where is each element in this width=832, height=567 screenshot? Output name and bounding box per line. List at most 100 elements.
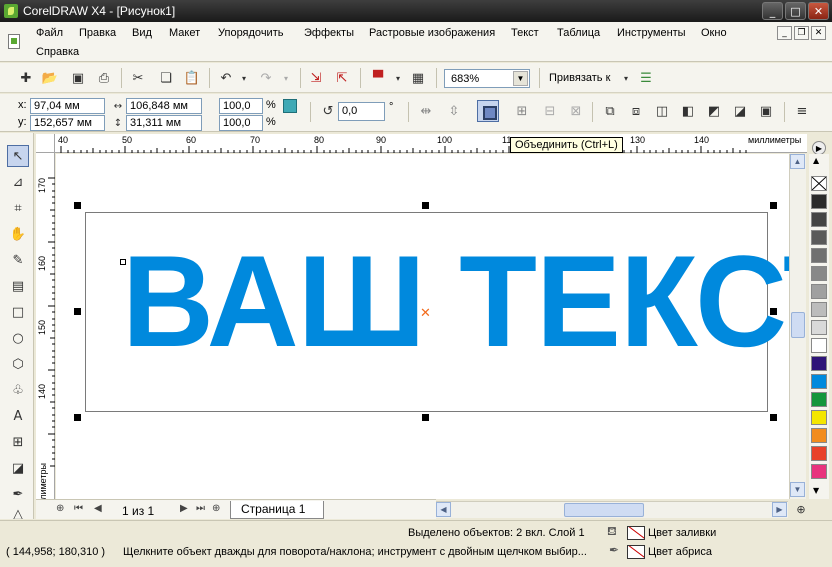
color-swatch[interactable]	[811, 284, 827, 299]
no-color-swatch[interactable]	[811, 176, 827, 191]
table-tool-icon[interactable]: ⊞	[7, 431, 29, 453]
horizontal-scrollbar[interactable]: ◀ ▶	[436, 501, 788, 518]
menu-edit[interactable]: Правка	[79, 27, 116, 39]
zoom-level-select[interactable]: 683% ▼	[444, 69, 530, 88]
selection-handle-top-left[interactable]	[74, 202, 81, 209]
chevron-down-icon[interactable]: ▼	[513, 71, 528, 86]
color-swatch[interactable]	[811, 356, 827, 371]
menu-layout[interactable]: Макет	[169, 27, 200, 39]
snap-dropdown-icon[interactable]: ▾	[616, 68, 636, 88]
intersect-icon[interactable]: ◫	[652, 101, 672, 121]
color-swatch[interactable]	[811, 338, 827, 353]
undo-dropdown-icon[interactable]: ▾	[234, 68, 254, 88]
cut-icon[interactable]: ✂	[128, 68, 148, 88]
maximize-button[interactable]: □	[785, 2, 806, 20]
basic-shapes-tool-icon[interactable]: ♧	[7, 379, 29, 401]
doc-minimize-button[interactable]: _	[777, 26, 792, 40]
ellipse-tool-icon[interactable]: ○	[7, 327, 29, 349]
menu-view[interactable]: Вид	[132, 27, 152, 39]
menu-help[interactable]: Справка	[36, 46, 79, 58]
mirror-vertical-icon[interactable]: ⇳	[444, 101, 464, 121]
snap-to-button[interactable]: Привязать к	[549, 72, 610, 84]
color-swatch[interactable]	[811, 266, 827, 281]
text-tool-icon[interactable]: A	[7, 405, 29, 427]
color-swatch[interactable]	[811, 374, 827, 389]
ungroup-icon[interactable]: ⊟	[540, 101, 560, 121]
launcher-dropdown-icon[interactable]: ▾	[388, 68, 408, 88]
rotation-center-icon[interactable]: ✕	[420, 306, 431, 321]
palette-scroll-down-icon[interactable]: ▼	[813, 486, 819, 495]
navigator-icon[interactable]: ⊕	[791, 499, 811, 519]
scroll-down-icon[interactable]: ▼	[790, 482, 805, 497]
close-button[interactable]: ✕	[808, 2, 829, 20]
trim-icon[interactable]: ⧈	[626, 101, 646, 121]
color-swatch[interactable]	[811, 230, 827, 245]
menu-arrange[interactable]: Упорядочить	[218, 27, 283, 39]
shape-tool-icon[interactable]: ⊿	[7, 171, 29, 193]
color-swatch[interactable]	[811, 194, 827, 209]
ruler-scroll-right-icon[interactable]: ▶	[812, 141, 826, 155]
selection-handle-bottom-right[interactable]	[770, 414, 777, 421]
selection-handle-bottom-left[interactable]	[74, 414, 81, 421]
last-page-icon[interactable]: ⏭	[196, 503, 205, 514]
vertical-scroll-thumb[interactable]	[791, 312, 805, 338]
vertical-ruler[interactable]: 170 160 150 140 миллиметры	[36, 153, 55, 519]
application-launcher-icon[interactable]: ▀	[368, 68, 388, 88]
color-swatch[interactable]	[811, 428, 827, 443]
scale-y-field[interactable]: 100,0	[219, 115, 263, 131]
previous-page-icon[interactable]: ◀	[94, 503, 102, 514]
menu-effects[interactable]: Эффекты	[304, 27, 354, 39]
color-swatch[interactable]	[811, 248, 827, 263]
page-tab[interactable]: Страница 1	[230, 501, 324, 519]
color-swatch[interactable]	[811, 410, 827, 425]
scale-x-field[interactable]: 100,0	[219, 98, 263, 114]
menu-file[interactable]: Файл	[36, 27, 63, 39]
print-icon[interactable]: ⎙	[94, 68, 114, 88]
add-page-after-icon[interactable]: ⊕	[212, 503, 220, 514]
align-distribute-icon[interactable]: ≡	[792, 101, 812, 121]
color-swatch[interactable]	[811, 392, 827, 407]
drawing-canvas[interactable]: ВАШ ТЕКСТ ✕	[56, 154, 789, 499]
interactive-tool-icon[interactable]: ◪	[7, 457, 29, 479]
new-document-icon[interactable]: ✚	[16, 68, 36, 88]
horizontal-ruler[interactable]: 40 50 60 70 80 90 100 11 130 140 миллиме…	[36, 134, 807, 153]
selection-handle-top-right[interactable]	[770, 202, 777, 209]
selection-handle-right[interactable]	[770, 308, 777, 315]
color-swatch[interactable]	[811, 212, 827, 227]
combine-button[interactable]	[477, 100, 499, 122]
weld-icon[interactable]: ⧉	[600, 101, 620, 121]
next-page-icon[interactable]: ▶	[180, 503, 188, 514]
redo-dropdown-icon[interactable]: ▾	[276, 68, 296, 88]
y-position-field[interactable]: 152,657 мм	[30, 115, 105, 131]
menu-tools[interactable]: Инструменты	[617, 27, 686, 39]
pick-tool-icon[interactable]: ↖	[7, 145, 29, 167]
export-icon[interactable]: ⇱	[332, 68, 352, 88]
options-icon[interactable]: ☰	[636, 68, 656, 88]
mirror-horizontal-icon[interactable]: ⇹	[416, 101, 436, 121]
menu-text[interactable]: Текст	[511, 27, 539, 39]
document-icon[interactable]	[8, 34, 20, 49]
rotation-angle-field[interactable]: 0,0	[338, 102, 385, 121]
x-position-field[interactable]: 97,04 мм	[30, 98, 105, 114]
save-icon[interactable]: ▣	[68, 68, 88, 88]
text-node-handle[interactable]	[120, 259, 126, 265]
color-swatch[interactable]	[811, 464, 827, 479]
open-folder-icon[interactable]: 📂	[40, 68, 60, 88]
create-boundary-icon[interactable]: ▣	[756, 101, 776, 121]
ruler-origin-corner[interactable]	[36, 134, 55, 153]
scroll-left-icon[interactable]: ◀	[436, 502, 451, 517]
minimize-button[interactable]: _	[762, 2, 783, 20]
no-fill-swatch[interactable]	[627, 526, 645, 540]
copy-icon[interactable]: ❏	[156, 68, 176, 88]
first-page-icon[interactable]: ⏮	[74, 503, 83, 514]
polygon-tool-icon[interactable]: ⬡	[7, 353, 29, 375]
rectangle-tool-icon[interactable]: □	[7, 301, 29, 323]
color-swatch[interactable]	[811, 446, 827, 461]
ungroup-all-icon[interactable]: ⊠	[566, 101, 586, 121]
freehand-tool-icon[interactable]: ✎	[7, 249, 29, 271]
add-page-before-icon[interactable]: ⊕	[56, 503, 64, 514]
lock-ratio-icon[interactable]	[283, 99, 297, 113]
smart-fill-tool-icon[interactable]: ▤	[7, 275, 29, 297]
paste-icon[interactable]: 📋	[182, 68, 202, 88]
group-icon[interactable]: ⊞	[512, 101, 532, 121]
